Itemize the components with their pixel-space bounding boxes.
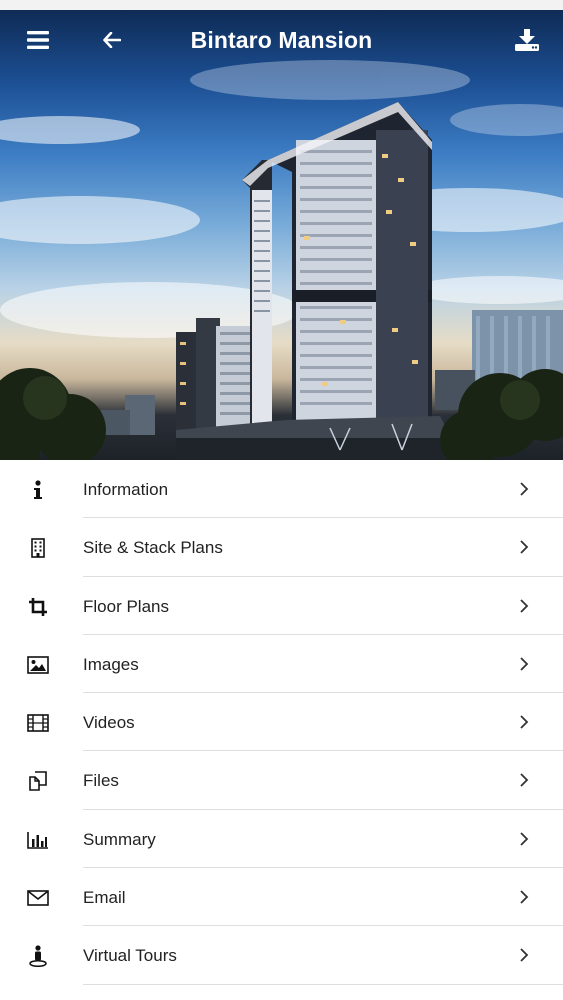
menu-item-information[interactable]: Information: [0, 460, 563, 519]
app-bar: Bintaro Mansion: [0, 10, 563, 70]
menu-item-virtual-tours[interactable]: Virtual Tours: [0, 926, 563, 985]
menu-item-email[interactable]: Email: [0, 868, 563, 927]
chevron-right-icon: [520, 598, 529, 613]
menu-item-label: Virtual Tours: [83, 946, 177, 966]
crop-icon: [27, 596, 49, 618]
menu-item-label: Files: [83, 771, 119, 791]
chevron-right-icon: [520, 773, 529, 788]
chevron-right-icon: [520, 657, 529, 671]
menu-item-files[interactable]: Files: [0, 751, 563, 810]
menu-item-images[interactable]: Images: [0, 635, 563, 694]
chevron-right-icon: [520, 948, 529, 963]
bar-chart-icon: [27, 829, 49, 851]
image-icon: [27, 654, 49, 676]
street-view-icon: [27, 945, 49, 968]
menu-item-videos[interactable]: Videos: [0, 693, 563, 752]
status-bar: [0, 0, 563, 10]
download-icon: [515, 29, 539, 51]
files-icon: [27, 770, 49, 792]
chevron-right-icon: [520, 832, 529, 846]
divider: [83, 983, 563, 985]
building-photo: [0, 60, 563, 460]
chevron-right-icon: [520, 540, 529, 554]
menu-list: Information Site & Stack Plans Floor Pla…: [0, 460, 563, 985]
chevron-right-icon: [520, 482, 529, 496]
menu-button[interactable]: [10, 10, 66, 70]
menu-item-label: Summary: [83, 829, 156, 849]
hamburger-icon: [27, 31, 49, 49]
menu-item-label: Images: [83, 654, 139, 674]
info-icon: [27, 479, 49, 501]
menu-item-site-stack-plans[interactable]: Site & Stack Plans: [0, 518, 563, 577]
menu-item-label: Videos: [83, 713, 135, 733]
menu-item-label: Email: [83, 888, 126, 908]
hero-image: [0, 10, 563, 460]
chevron-right-icon: [520, 715, 529, 729]
arrow-left-icon: [103, 32, 121, 48]
download-button[interactable]: [499, 10, 555, 70]
menu-item-label: Information: [83, 480, 169, 499]
chevron-right-icon: [520, 890, 529, 904]
building-icon: [27, 537, 49, 559]
film-icon: [27, 712, 49, 734]
back-button[interactable]: [84, 10, 140, 70]
menu-item-floor-plans[interactable]: Floor Plans: [0, 577, 563, 635]
menu-item-label: Floor Plans: [83, 596, 169, 616]
menu-item-label: Site & Stack Plans: [83, 538, 223, 558]
menu-item-summary[interactable]: Summary: [0, 810, 563, 869]
envelope-icon: [27, 887, 49, 909]
